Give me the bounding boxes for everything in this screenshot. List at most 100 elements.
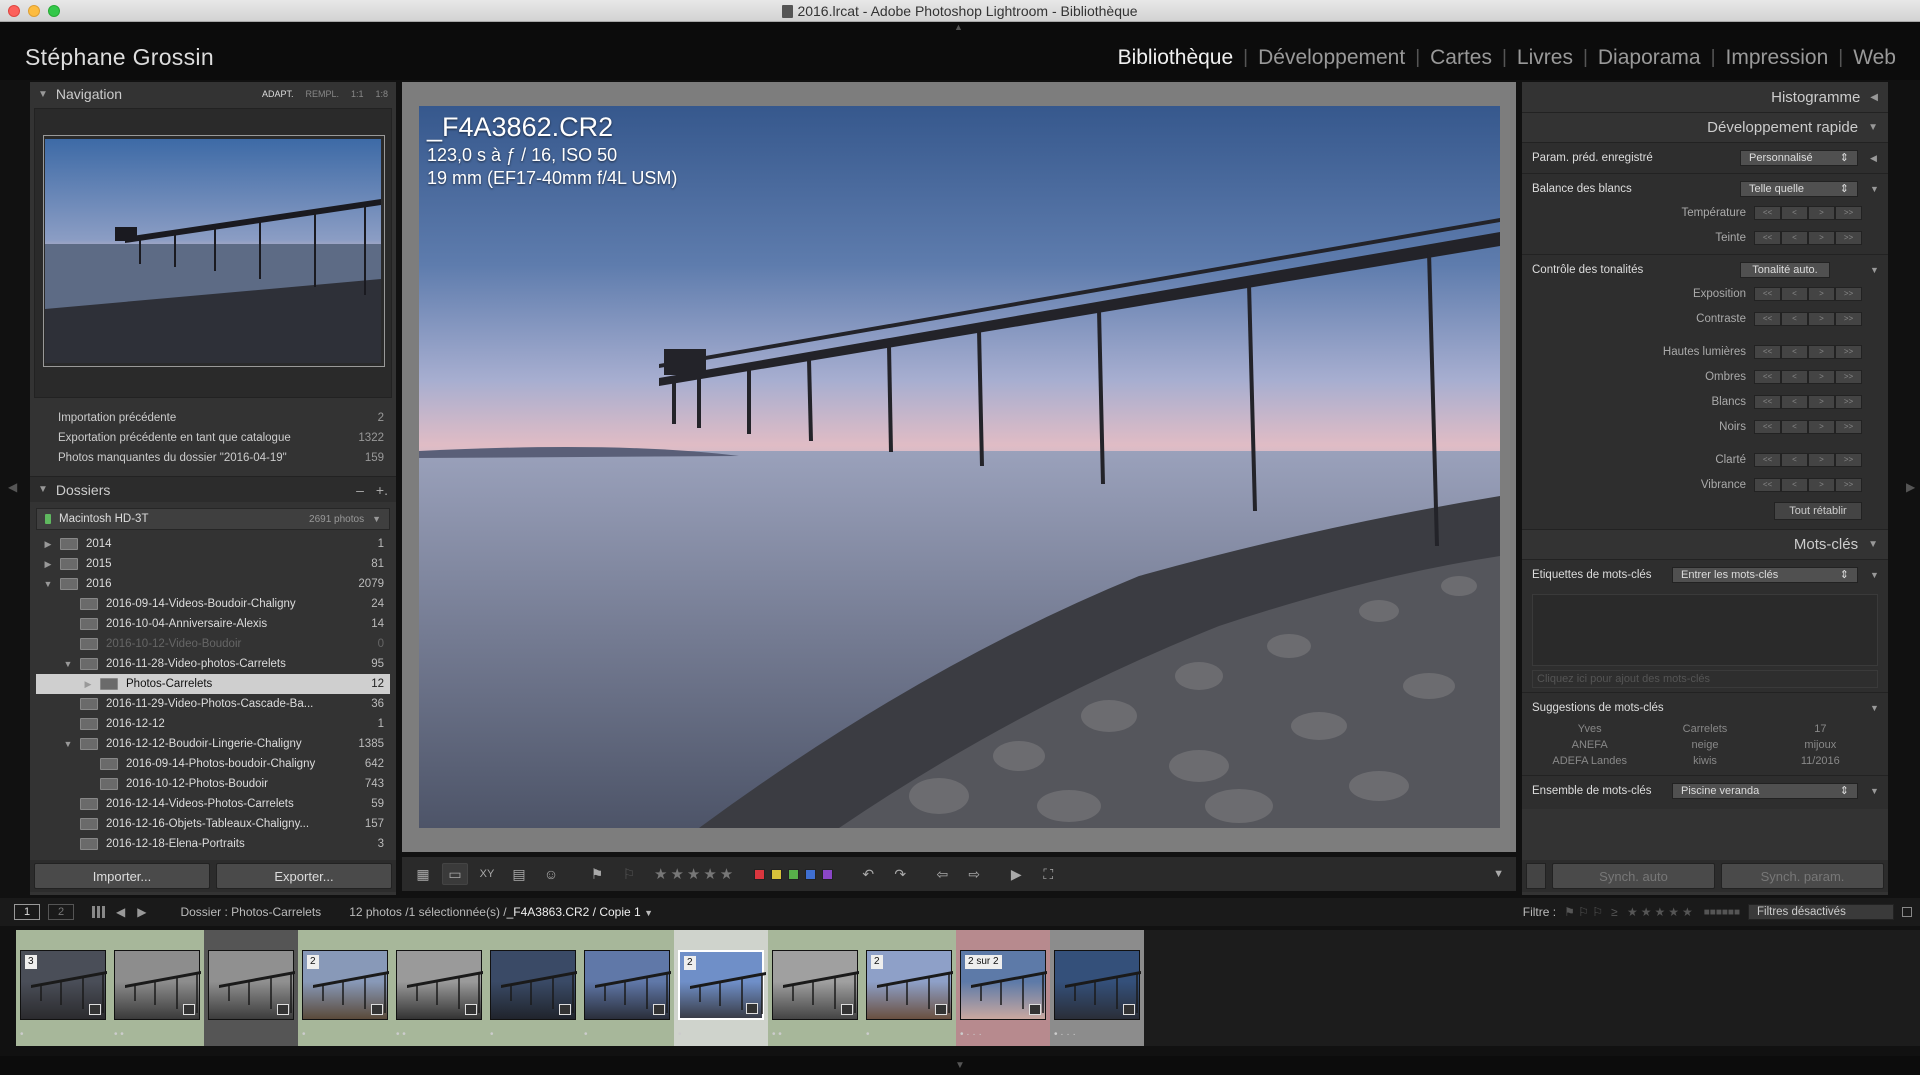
module-web[interactable]: Web — [1843, 46, 1906, 70]
keyword-suggestion[interactable]: Yves — [1532, 723, 1647, 735]
collapse-triangle-icon[interactable]: ▼ — [38, 89, 48, 100]
secondary-screen-button[interactable]: 2 — [48, 904, 74, 920]
decrease-button[interactable]: < — [1781, 477, 1808, 492]
top-panel-toggle-icon[interactable]: ▲ — [954, 22, 963, 32]
loupe-view-icon[interactable]: ▭ — [442, 863, 468, 885]
folder-row[interactable]: 2016-12-16-Objets-Tableaux-Chaligny... 15… — [36, 814, 390, 834]
rotate-right-icon[interactable]: ↷ — [887, 863, 913, 885]
filmstrip-thumbnail[interactable] — [584, 950, 671, 1020]
filmstrip-thumbnail[interactable] — [1054, 950, 1141, 1020]
folder-disclosure-icon[interactable]: ▶ — [42, 554, 54, 574]
keyword-suggestion[interactable]: ADEFA Landes — [1532, 755, 1647, 767]
decrease-large-button[interactable]: << — [1754, 205, 1781, 220]
impromptu-slideshow-icon[interactable]: ▶ — [1003, 863, 1029, 885]
module-book[interactable]: Livres — [1507, 46, 1583, 70]
increase-large-button[interactable]: >> — [1835, 394, 1862, 409]
increase-large-button[interactable]: >> — [1835, 286, 1862, 301]
collapse-arrow-icon[interactable]: ▼ — [1870, 786, 1879, 796]
filter-colors[interactable]: ■■■■■■ — [1704, 907, 1740, 918]
increase-button[interactable]: > — [1808, 311, 1835, 326]
zoom-fill[interactable]: REMPL. — [305, 89, 339, 99]
stack-count-badge[interactable]: 3 — [25, 955, 37, 969]
filter-preset-dropdown[interactable]: Filtres désactivés — [1748, 904, 1894, 920]
flag-pick-icon[interactable]: ⚑ — [584, 863, 610, 885]
folder-row[interactable]: 2016-10-12-Photos-Boudoir 743 — [36, 774, 390, 794]
decrease-button[interactable]: < — [1781, 286, 1808, 301]
auto-tone-button[interactable]: Tonalité auto. — [1740, 262, 1830, 278]
folder-disclosure-icon[interactable]: ▼ — [62, 654, 74, 674]
decrease-large-button[interactable]: << — [1754, 230, 1781, 245]
folder-row[interactable]: ▼ 2016-11-28-Video-photos-Carrelets 95 — [36, 654, 390, 674]
compare-view-icon[interactable]: XY — [474, 863, 500, 885]
rating-stars[interactable]: ★★★★★ — [654, 865, 736, 883]
filmstrip-source[interactable]: Dossier : Photos-Carrelets — [180, 905, 321, 919]
increase-large-button[interactable]: >> — [1835, 477, 1862, 492]
sync-auto-button[interactable]: Synch. auto — [1552, 863, 1715, 889]
catalog-row[interactable]: Exportation précédente en tant que catal… — [30, 428, 396, 448]
white-balance-dropdown[interactable]: Telle quelle ⇕ — [1740, 181, 1858, 197]
people-view-icon[interactable]: ☺ — [538, 863, 564, 885]
decrease-button[interactable]: < — [1781, 452, 1808, 467]
increase-large-button[interactable]: >> — [1835, 344, 1862, 359]
collapse-arrow-icon[interactable]: ▼ — [1870, 703, 1879, 713]
keyword-suggestion[interactable]: Carrelets — [1647, 723, 1762, 735]
increase-button[interactable]: > — [1808, 452, 1835, 467]
folder-row[interactable]: 2016-09-14-Photos-boudoir-Chaligny 642 — [36, 754, 390, 774]
bottom-panel-toggle-icon[interactable]: ▼ — [0, 1056, 1920, 1075]
folder-row[interactable]: 2016-10-12-Video-Boudoir 0 — [36, 634, 390, 654]
collapse-triangle-icon[interactable]: ▼ — [38, 484, 48, 495]
volume-menu-icon[interactable]: ▼ — [372, 514, 381, 524]
close-window-button[interactable] — [8, 5, 20, 17]
expand-arrow-icon[interactable]: ◀ — [1870, 153, 1878, 164]
filmstrip-thumbnail[interactable] — [208, 950, 295, 1020]
filter-lock-icon[interactable] — [1902, 907, 1912, 917]
folder-disclosure-icon[interactable]: ▼ — [62, 734, 74, 754]
folder-row[interactable]: 2016-12-18-Elena-Portraits 3 — [36, 834, 390, 854]
filmstrip-thumbnail[interactable]: 3 — [20, 950, 107, 1020]
decrease-button[interactable]: < — [1781, 394, 1808, 409]
filmstrip-cell[interactable]: 3 • — [16, 930, 110, 1046]
navigator-header[interactable]: ▼ Navigation ADAPT. REMPL. 1:1 1:8 — [30, 82, 396, 106]
collapse-arrow-icon[interactable]: ▼ — [1870, 184, 1879, 194]
next-photo-icon[interactable]: ⇨ — [961, 863, 987, 885]
collapse-arrow-icon[interactable]: ▼ — [1870, 265, 1879, 275]
previous-photo-icon[interactable]: ⇦ — [929, 863, 955, 885]
filmstrip-thumbnail[interactable]: 2 sur 2 — [960, 950, 1047, 1020]
filter-flags-icon[interactable]: ⚑ ⚐ ⚐ — [1564, 905, 1603, 919]
keyword-tags-dropdown[interactable]: Entrer les mots-clés ⇕ — [1672, 567, 1858, 583]
minimize-window-button[interactable] — [28, 5, 40, 17]
folder-row[interactable]: ▶ 2015 81 — [36, 554, 390, 574]
filter-stars[interactable]: ≥ ★★★★★ — [1611, 905, 1696, 919]
expand-triangle-icon[interactable]: ◀ — [1870, 92, 1878, 103]
increase-button[interactable]: > — [1808, 419, 1835, 434]
filmstrip-thumbnail[interactable] — [772, 950, 859, 1020]
increase-button[interactable]: > — [1808, 369, 1835, 384]
survey-view-icon[interactable]: ▤ — [506, 863, 532, 885]
keyword-suggestion[interactable]: 11/2016 — [1763, 755, 1878, 767]
export-button[interactable]: Exporter... — [216, 863, 392, 889]
decrease-large-button[interactable]: << — [1754, 394, 1781, 409]
increase-large-button[interactable]: >> — [1835, 205, 1862, 220]
decrease-large-button[interactable]: << — [1754, 477, 1781, 492]
filmstrip-thumbnail[interactable] — [114, 950, 201, 1020]
remove-folder-button[interactable]: – — [356, 482, 364, 498]
main-screen-button[interactable]: 1 — [14, 904, 40, 920]
filmstrip-cell[interactable]: • · · · — [1050, 930, 1144, 1046]
zoom-window-button[interactable] — [48, 5, 60, 17]
blue-label-swatch[interactable] — [805, 868, 817, 880]
right-panel-toggle-icon[interactable]: ▶ — [1906, 480, 1915, 494]
flag-reject-icon[interactable]: ⚐ — [616, 863, 642, 885]
filmstrip-cell[interactable]: • • — [768, 930, 862, 1046]
left-panel-toggle-icon[interactable]: ◀ — [8, 480, 17, 494]
folder-disclosure-icon[interactable]: ▼ — [42, 574, 54, 594]
reset-all-button[interactable]: Tout rétablir — [1774, 502, 1862, 520]
decrease-button[interactable]: < — [1781, 344, 1808, 359]
filmstrip-thumbnail[interactable]: 2 — [678, 950, 766, 1020]
module-develop[interactable]: Développement — [1248, 46, 1415, 70]
collapse-triangle-icon[interactable]: ▼ — [1868, 539, 1878, 550]
purple-label-swatch[interactable] — [822, 868, 834, 880]
folder-row[interactable]: ▶ Photos-Carrelets 12 — [36, 674, 390, 694]
sync-switch[interactable] — [1526, 863, 1546, 889]
filmstrip-cell[interactable]: • • — [110, 930, 204, 1046]
catalog-row[interactable]: Importation précédente 2 — [30, 408, 396, 428]
